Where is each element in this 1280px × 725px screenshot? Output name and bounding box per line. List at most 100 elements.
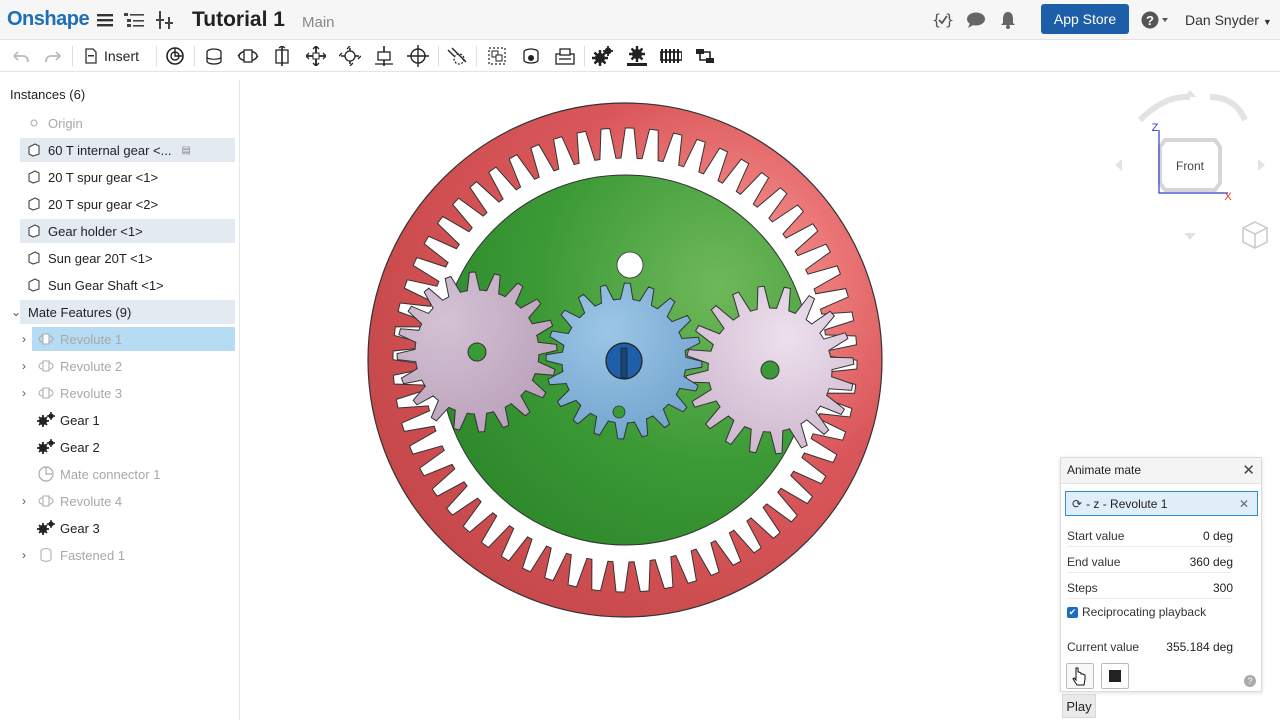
comments-icon[interactable] [964, 9, 988, 31]
mate-item[interactable]: Mate connector 1 [32, 462, 235, 486]
revolute-mate-icon[interactable] [235, 44, 261, 68]
mate-label: Revolute 1 [60, 331, 123, 347]
arrow-left-icon[interactable] [1115, 159, 1122, 171]
checkbox-checked-icon[interactable]: ✔ [1067, 606, 1078, 618]
holder-hole [616, 251, 644, 279]
insert-icon [85, 48, 97, 64]
chevron-right-icon[interactable]: › [22, 494, 26, 508]
mate-connector-icon[interactable] [518, 44, 544, 68]
chevron-right-icon[interactable]: › [22, 386, 26, 400]
end-value-input[interactable]: 360 deg [1190, 555, 1233, 569]
pin-slot-mate-icon[interactable] [371, 44, 397, 68]
help-icon[interactable]: ? [1244, 675, 1256, 687]
start-value-input[interactable]: 0 deg [1203, 529, 1233, 543]
clear-selection-icon[interactable]: ✕ [1239, 497, 1249, 511]
chevron-down-icon[interactable]: ⌄ [11, 305, 21, 319]
cylindrical-mate-icon[interactable] [337, 44, 363, 68]
planet-pin-right [760, 360, 780, 380]
view-cube[interactable]: Front Z X [1110, 85, 1280, 255]
screw-relation-icon[interactable] [658, 44, 684, 68]
insert-label: Insert [104, 48, 140, 64]
view-cube-menu-icon[interactable] [1242, 221, 1268, 249]
part-instance-icon [20, 251, 48, 265]
instance-item[interactable]: Gear holder <1> [20, 219, 235, 243]
insert-tab-icon[interactable] [155, 10, 177, 30]
tangent-mate-icon[interactable] [444, 44, 470, 68]
mate-features-title: Mate Features (9) [28, 304, 132, 320]
stop-button[interactable] [1101, 663, 1129, 689]
versions-icon[interactable]: {} [931, 9, 955, 31]
mate-label: Gear 1 [60, 412, 100, 428]
mate-label: Revolute 4 [60, 493, 123, 509]
onshape-logo[interactable]: Onshape [7, 8, 90, 31]
mate-item[interactable]: Gear 2 [32, 435, 235, 459]
mate-item[interactable]: › Revolute 1 [22, 327, 235, 351]
mate-item[interactable]: › Revolute 2 [22, 354, 235, 378]
insert-button[interactable]: Insert [84, 46, 139, 66]
fastened-mate-icon[interactable] [201, 44, 227, 68]
named-position-icon[interactable] [162, 44, 188, 68]
mate-item[interactable]: › Fastened 1 [22, 543, 235, 567]
mate-item[interactable]: › Revolute 4 [22, 489, 235, 513]
close-icon[interactable]: ✕ [1242, 461, 1255, 479]
app-store-button[interactable]: App Store [1041, 4, 1129, 34]
end-value-field[interactable]: End value 360 deg [1067, 555, 1233, 573]
instance-item[interactable]: 20 T spur gear <2> [20, 192, 235, 216]
rotate-right-arrow[interactable] [1209, 94, 1248, 122]
gear-relation-icon[interactable] [590, 44, 616, 68]
stop-icon [1109, 670, 1121, 682]
reciprocating-checkbox[interactable]: ✔ Reciprocating playback [1067, 605, 1206, 619]
mate-item[interactable]: Gear 3 [32, 516, 235, 540]
start-value-field[interactable]: Start value 0 deg [1067, 529, 1233, 547]
steps-field[interactable]: Steps 300 [1067, 581, 1233, 599]
instance-item[interactable]: Sun gear 20T <1> [20, 246, 235, 270]
rack-pinion-relation-icon[interactable] [624, 44, 650, 68]
user-menu[interactable]: Dan Snyder ▼ [1185, 12, 1272, 28]
cube-face-label: Front [1176, 159, 1205, 173]
chevron-down-icon: ▼ [1262, 17, 1272, 27]
origin-item[interactable]: Origin [20, 111, 235, 135]
arrow-down-icon[interactable] [1184, 233, 1196, 240]
mate-features-folder[interactable]: ⌄ Mate Features (9) [11, 300, 235, 324]
linear-relation-icon[interactable] [692, 44, 718, 68]
arrow-up-icon[interactable] [1184, 90, 1196, 97]
planet-pin-left [467, 342, 487, 362]
chevron-right-icon[interactable]: › [22, 332, 26, 346]
z-axis-label: Z [1152, 122, 1159, 134]
planar-mate-icon[interactable] [303, 44, 329, 68]
ball-mate-icon[interactable] [405, 44, 431, 68]
dialog-header: Animate mate ✕ [1061, 458, 1261, 484]
dialog-title: Animate mate [1067, 463, 1142, 477]
slider-mate-icon[interactable] [269, 44, 295, 68]
revolute-icon [32, 386, 60, 400]
play-button[interactable] [1066, 663, 1094, 689]
mate-item[interactable]: Gear 1 [32, 408, 235, 432]
branch-label[interactable]: Main [302, 14, 335, 31]
steps-input[interactable]: 300 [1213, 581, 1233, 595]
mate-label: Mate connector 1 [60, 466, 161, 482]
part-instance-icon [20, 278, 48, 292]
chevron-right-icon[interactable]: › [22, 548, 26, 562]
menu-icon[interactable] [95, 10, 115, 30]
feature-list-icon[interactable] [123, 10, 145, 30]
arrow-right-icon[interactable] [1258, 159, 1265, 171]
rotate-left-arrow[interactable] [1137, 93, 1191, 123]
chevron-right-icon[interactable]: › [22, 359, 26, 373]
notifications-bell-icon[interactable] [996, 9, 1020, 31]
undo-icon[interactable] [8, 44, 34, 68]
group-icon[interactable] [484, 44, 510, 68]
mate-label: Fastened 1 [60, 547, 126, 563]
document-title[interactable]: Tutorial 1 [192, 8, 285, 32]
linear-pattern-icon[interactable] [552, 44, 578, 68]
instance-item[interactable]: 20 T spur gear <1> [20, 165, 235, 189]
part-instance-icon [20, 197, 48, 211]
help-menu-icon[interactable]: ? [1139, 9, 1171, 31]
revolute-icon [32, 494, 60, 508]
instance-item[interactable]: Sun Gear Shaft <1> [20, 273, 235, 297]
redo-icon[interactable] [40, 44, 66, 68]
instance-label: 60 T internal gear <... [48, 142, 172, 158]
mate-label: Gear 3 [60, 520, 100, 536]
mate-item[interactable]: › Revolute 3 [22, 381, 235, 405]
instance-item[interactable]: 60 T internal gear <... ▤ [20, 138, 235, 162]
mate-selection-field[interactable]: ⟳ - z - Revolute 1 ✕ [1065, 491, 1258, 516]
